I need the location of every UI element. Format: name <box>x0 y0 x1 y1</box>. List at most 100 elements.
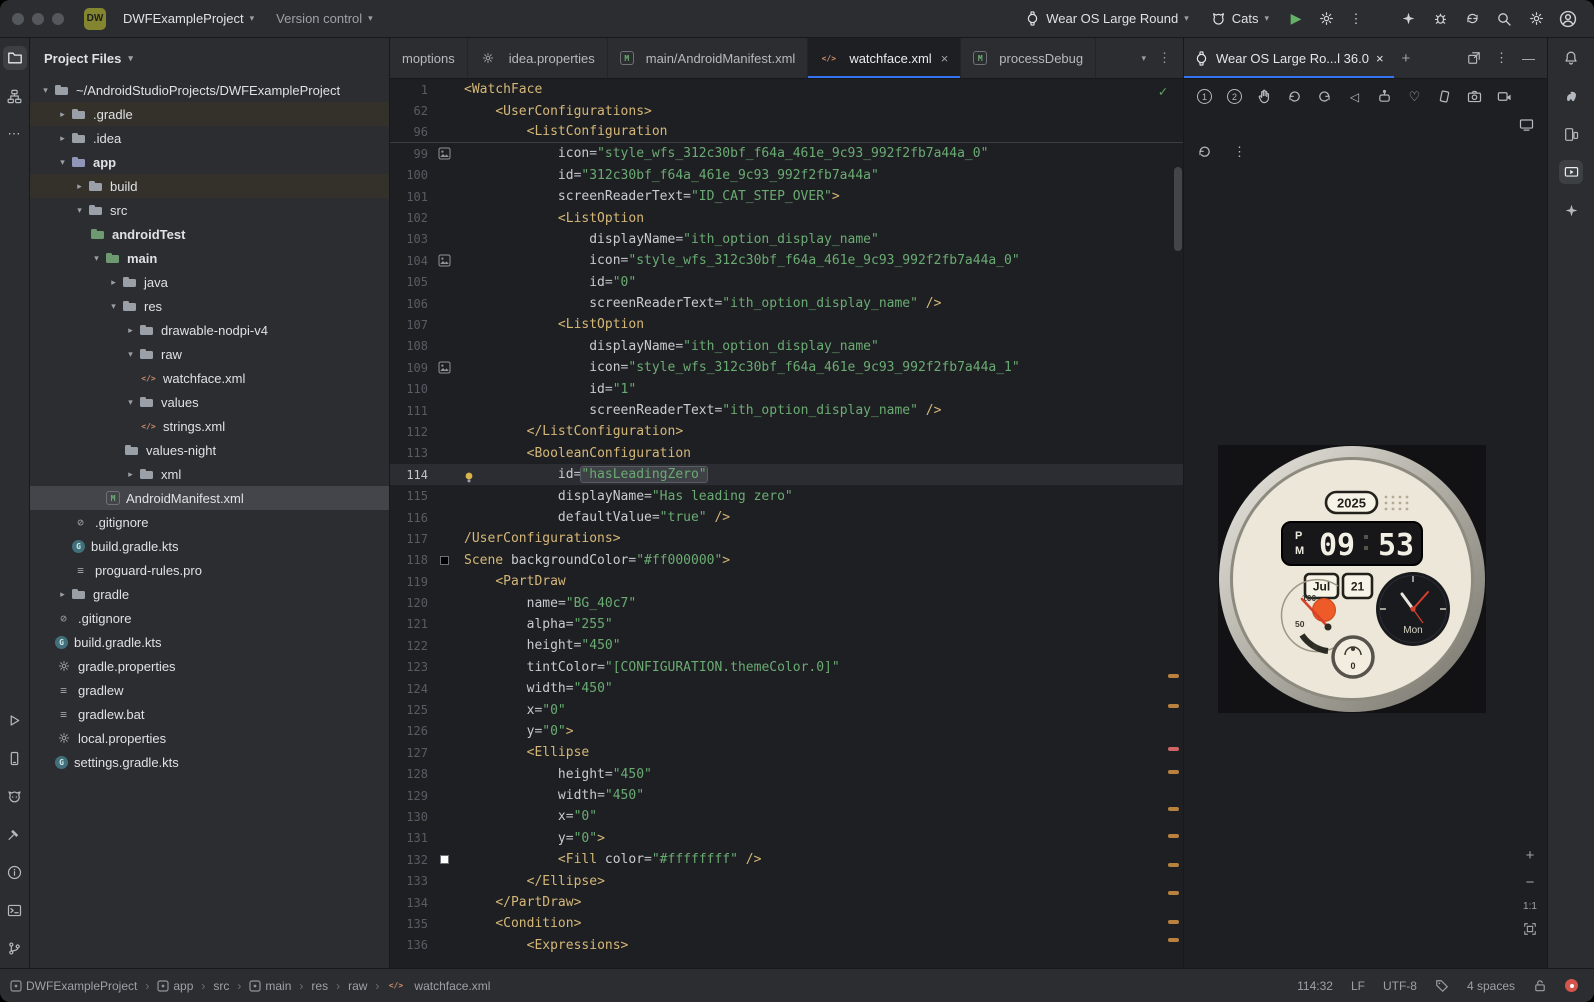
screenshot-icon[interactable] <box>1462 85 1487 108</box>
chevron-down-icon[interactable]: ▾ <box>72 205 87 216</box>
sync-project-icon[interactable] <box>1458 6 1486 32</box>
breadcrumb-item-watchface-xml[interactable]: </> watchface.xml <box>387 978 491 994</box>
code-line-99[interactable]: 99 icon="style_wfs_312c30bf_f64a_461e_9c… <box>390 143 1183 164</box>
window-controls[interactable] <box>12 12 64 25</box>
tree-item-gradlew-bat[interactable]: ≡ gradlew.bat <box>30 702 389 726</box>
close-tab-icon[interactable]: × <box>941 51 949 66</box>
chevron-down-icon[interactable]: ▾ <box>38 85 53 96</box>
open-in-window-icon[interactable] <box>1467 51 1481 65</box>
tree-item-res[interactable]: ▾ res <box>30 294 389 318</box>
stripe-change-mark[interactable] <box>1168 920 1179 924</box>
stripe-change-mark[interactable] <box>1168 834 1179 838</box>
inspection-ok-icon[interactable]: ✓ <box>1159 84 1167 100</box>
caret-position[interactable]: 114:32 <box>1297 979 1333 993</box>
version-control-tool-icon[interactable] <box>3 936 27 960</box>
version-control-menu[interactable]: Version control ▾ <box>267 7 382 30</box>
tree-item-build-gradle-kts[interactable]: Gbuild.gradle.kts <box>30 534 389 558</box>
breadcrumb-item-src[interactable]: src <box>213 979 229 993</box>
structure-tool-icon[interactable] <box>3 84 27 108</box>
fit-to-screen-button[interactable] <box>1523 922 1537 936</box>
tree-item-gradle[interactable]: ▸ gradle <box>30 582 389 606</box>
code-line-1[interactable]: 1 <WatchFace <box>390 79 1183 100</box>
button-1-icon[interactable]: 1 <box>1192 85 1217 108</box>
minimize-window-button[interactable] <box>32 12 44 25</box>
tree-item-androidtest[interactable]: androidTest <box>30 222 389 246</box>
tree-item-java[interactable]: ▸ java <box>30 270 389 294</box>
palm-icon[interactable] <box>1252 85 1277 108</box>
code-line-127[interactable]: 127 <Ellipse <box>390 742 1183 763</box>
run-tool-icon[interactable] <box>3 708 27 732</box>
mirror-display-icon[interactable] <box>1514 113 1539 136</box>
code-line-117[interactable]: 117/UserConfigurations> <box>390 528 1183 549</box>
zoom-level[interactable]: 1:1 <box>1523 901 1537 912</box>
code-line-113[interactable]: 113 <BooleanConfiguration <box>390 443 1183 464</box>
tree-item-strings-xml[interactable]: </> strings.xml <box>30 414 389 438</box>
code-line-104[interactable]: 104 icon="style_wfs_312c30bf_f64a_461e_9… <box>390 250 1183 271</box>
device-manager-icon[interactable] <box>1559 122 1583 146</box>
highlighting-level-icon[interactable] <box>1435 979 1449 993</box>
device-screen[interactable]: 2025 P M 09 53 Jul 21 Mon 100 50 0 0 <box>1216 443 1488 715</box>
project-panel-header[interactable]: Project Files ▾ <box>30 38 389 78</box>
notifications-icon[interactable] <box>1559 46 1583 70</box>
settings-icon[interactable] <box>1522 6 1550 32</box>
editor-scrollbar[interactable] <box>1174 167 1182 251</box>
code-line-128[interactable]: 128 height="450" <box>390 764 1183 785</box>
add-device-tab-button[interactable]: + <box>1394 38 1419 78</box>
button-2-icon[interactable]: 2 <box>1222 85 1247 108</box>
tree-item-watchface-xml[interactable]: </> watchface.xml <box>30 366 389 390</box>
zoom-in-button[interactable]: + <box>1526 847 1535 864</box>
device-menu-icon[interactable]: ⋮ <box>1227 140 1252 163</box>
tree-item-androidstudioprojects-dwfexampleproject[interactable]: ▾ ~/AndroidStudioProjects/DWFExampleProje… <box>30 78 389 102</box>
chevron-down-icon[interactable]: ▾ <box>89 253 104 264</box>
tree-item-raw[interactable]: ▾ raw <box>30 342 389 366</box>
code-line-132[interactable]: 132 <Fill color="#ffffffff" /> <box>390 849 1183 870</box>
tree-item-xml[interactable]: ▸ xml <box>30 462 389 486</box>
build-tool-icon[interactable] <box>3 822 27 846</box>
stripe-change-mark[interactable] <box>1168 938 1179 942</box>
code-line-133[interactable]: 133 </Ellipse> <box>390 870 1183 891</box>
code-line-103[interactable]: 103 displayName="ith_option_display_name… <box>390 229 1183 250</box>
editor-tab-idea-properties[interactable]: idea.properties <box>468 38 608 78</box>
code-line-122[interactable]: 122 height="450" <box>390 635 1183 656</box>
code-line-116[interactable]: 116 defaultValue="true" /> <box>390 507 1183 528</box>
tab-options-icon[interactable]: ⋮ <box>1158 50 1171 66</box>
code-line-135[interactable]: 135 <Condition> <box>390 913 1183 934</box>
tree-item-gradlew[interactable]: ≡ gradlew <box>30 678 389 702</box>
close-window-button[interactable] <box>12 12 24 25</box>
avatar-icon[interactable] <box>1554 6 1582 32</box>
ai-assistant-icon[interactable] <box>1394 6 1422 32</box>
project-tool-icon[interactable] <box>2 46 27 70</box>
titlebar-kebab-icon[interactable]: ⋮ <box>1342 6 1370 32</box>
problems-tool-icon[interactable] <box>3 860 27 884</box>
rotate-cw-icon[interactable] <box>1312 85 1337 108</box>
line-separator[interactable]: LF <box>1351 979 1365 993</box>
run-configuration-selector[interactable]: Cats ▾ <box>1202 7 1278 30</box>
code-line-109[interactable]: 109 icon="style_wfs_312c30bf_f64a_461e_9… <box>390 357 1183 378</box>
chevron-right-icon[interactable]: ▸ <box>55 109 70 120</box>
chevron-right-icon[interactable]: ▸ <box>123 469 138 480</box>
chevron-right-icon[interactable]: ▸ <box>72 181 87 192</box>
editor-tab-watchface-xml[interactable]: </> watchface.xml × <box>808 38 962 78</box>
search-everywhere-icon[interactable] <box>1490 6 1518 32</box>
code-line-136[interactable]: 136 <Expressions> <box>390 935 1183 956</box>
tree-item-values[interactable]: ▾ values <box>30 390 389 414</box>
tree-item-androidmanifest-xml[interactable]: M AndroidManifest.xml <box>30 486 389 510</box>
tree-item-drawable-nodpi-v4[interactable]: ▸ drawable-nodpi-v4 <box>30 318 389 342</box>
code-line-110[interactable]: 110 id="1" <box>390 378 1183 399</box>
code-line-105[interactable]: 105 id="0" <box>390 272 1183 293</box>
tree-item-gradle[interactable]: ▸ .gradle <box>30 102 389 126</box>
tree-item-values-night[interactable]: values-night <box>30 438 389 462</box>
more-run-options-icon[interactable] <box>1312 6 1340 32</box>
code-line-120[interactable]: 120 name="BG_40c7" <box>390 592 1183 613</box>
device-explorer-tool-icon[interactable] <box>3 746 27 770</box>
quickfix-bulb-icon[interactable] <box>463 471 475 484</box>
tree-item-local-properties[interactable]: local.properties <box>30 726 389 750</box>
restart-device-icon[interactable] <box>1192 140 1217 163</box>
tree-item-gitignore[interactable]: ⊘ .gitignore <box>30 606 389 630</box>
code-line-115[interactable]: 115 displayName="Has leading zero" <box>390 485 1183 506</box>
tree-item-settings-gradle-kts[interactable]: Gsettings.gradle.kts <box>30 750 389 774</box>
more-tool-windows-icon[interactable]: ⋯ <box>3 122 27 146</box>
code-line-125[interactable]: 125 x="0" <box>390 699 1183 720</box>
stripe-change-mark[interactable] <box>1168 674 1179 678</box>
code-line-123[interactable]: 123 tintColor="[CONFIGURATION.themeColor… <box>390 657 1183 678</box>
